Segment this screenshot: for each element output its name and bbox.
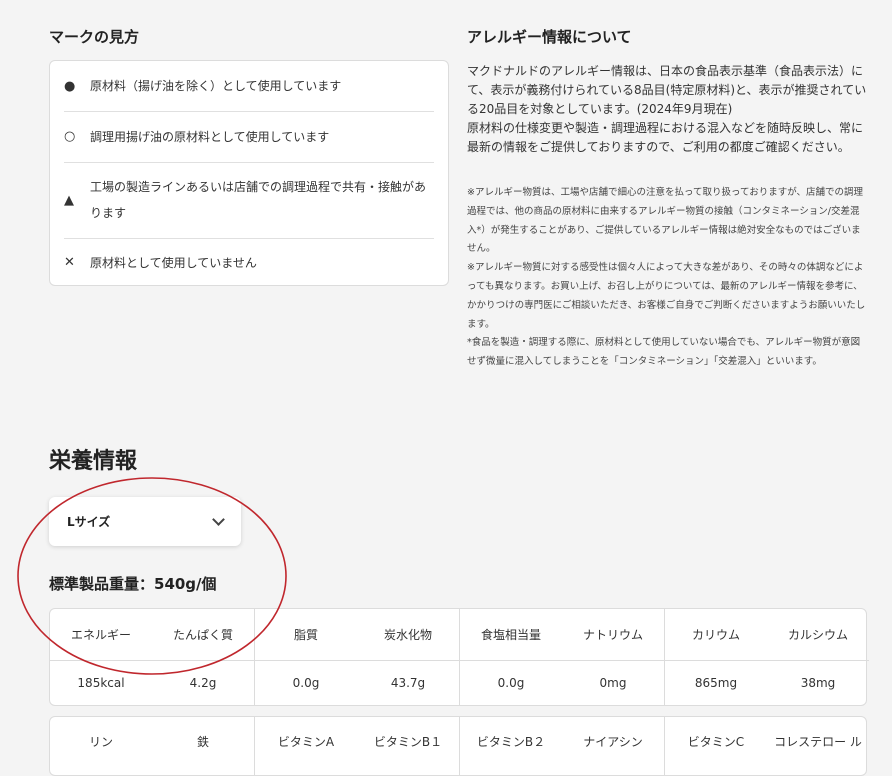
header-row: エネルギー たんぱく質: [50, 609, 254, 661]
header-cell: 炭水化物: [383, 627, 432, 642]
legend-row-cross: ✕ 原材料として使用していません: [64, 238, 434, 287]
nutrition-group: ビタミンA ビタミンB１: [255, 717, 460, 775]
value-row: 185kcal 4.2g: [50, 661, 254, 705]
header-cell: ビタミンC: [687, 735, 745, 749]
product-weight: 標準製品重量：540g/個: [49, 575, 217, 593]
legend-label: 調理用揚げ油の原材料として使用しています: [90, 129, 330, 144]
value-cell: 38mg: [800, 675, 836, 690]
allergy-note: *食品を製造・調理する際に、原材料として使用していない場合でも、アレルギー物質が…: [467, 337, 861, 368]
legend-row-filled-circle: ● 原材料（揚げ油を除く）として使用しています: [64, 61, 434, 112]
allergy-paragraph: マクドナルドのアレルギー情報は、日本の食品表示基準（食品表示法）にて、表示が義務…: [467, 64, 867, 116]
header-cell: 食塩相当量: [480, 627, 541, 642]
nutrition-group: 脂質 炭水化物 0.0g 43.7g: [255, 609, 460, 705]
nutrition-table: リン 鉄 ビタミンA ビタミンB１ ビタミンB２ ナイアシン ビタミンC コレス…: [49, 716, 867, 776]
header-cell: ナイアシン: [583, 735, 643, 749]
header-cell: コレステロー ル: [774, 735, 862, 749]
mark-legend: ● 原材料（揚げ油を除く）として使用しています ○ 調理用揚げ油の原材料として使…: [49, 60, 449, 286]
allergy-title: アレルギー情報について: [467, 28, 632, 46]
nutrition-group: ビタミンC コレステロー ル: [665, 717, 869, 775]
value-cell: 43.7g: [390, 675, 426, 690]
value-cell: 185kcal: [77, 675, 125, 690]
header-cell: リン: [88, 735, 113, 749]
header-cell: エネルギー: [70, 627, 131, 642]
header-row: リン 鉄: [50, 717, 254, 775]
header-cell: ナトリウム: [582, 627, 643, 642]
nutrition-group: 食塩相当量 ナトリウム 0.0g 0mg: [460, 609, 665, 705]
legend-row-open-circle: ○ 調理用揚げ油の原材料として使用しています: [64, 111, 434, 163]
value-cell: 0.0g: [292, 675, 320, 690]
value-cell: 865mg: [694, 675, 738, 690]
allergy-description: マクドナルドのアレルギー情報は、日本の食品表示基準（食品表示法）にて、表示が義務…: [467, 62, 867, 157]
nutrition-group: ビタミンB２ ナイアシン: [460, 717, 665, 775]
header-cell: カリウム: [691, 627, 740, 642]
marks-title: マークの見方: [49, 28, 140, 46]
size-select-value: Lサイズ: [67, 515, 111, 529]
value-row: 0.0g 43.7g: [255, 661, 459, 705]
value-cell: 0mg: [599, 675, 627, 690]
header-cell: ビタミンB１: [373, 735, 443, 749]
legend-label: 工場の製造ラインあるいは店舗での調理過程で共有・接触があります: [90, 180, 427, 220]
cross-icon: ✕: [64, 255, 75, 270]
nutrition-group: エネルギー たんぱく質 185kcal 4.2g: [50, 609, 255, 705]
nutrition-table: エネルギー たんぱく質 185kcal 4.2g 脂質 炭水化物 0.0g 43…: [49, 608, 869, 706]
legend-label: 原材料（揚げ油を除く）として使用しています: [90, 79, 342, 93]
value-row: 0.0g 0mg: [460, 661, 664, 705]
header-cell: 鉄: [196, 735, 209, 749]
header-cell: 脂質: [293, 627, 318, 642]
value-row: 865mg 38mg: [665, 661, 869, 705]
header-cell: ビタミンA: [277, 735, 335, 749]
allergy-note: ※アレルギー物質に対する感受性は個々人によって大きな差があり、その時々の体調など…: [467, 262, 866, 330]
header-row: 脂質 炭水化物: [255, 609, 459, 661]
allergy-note: ※アレルギー物質は、工場や店舗で細心の注意を払って取り扱っておりますが、店舗での…: [467, 187, 864, 255]
header-row: 食塩相当量 ナトリウム: [460, 609, 664, 661]
allergy-notes: ※アレルギー物質は、工場や店舗で細心の注意を払って取り扱っておりますが、店舗での…: [467, 184, 867, 372]
chevron-down-icon: [212, 513, 225, 526]
filled-circle-icon: ●: [64, 78, 76, 94]
nutrition-group: カリウム カルシウム 865mg 38mg: [665, 609, 869, 705]
header-cell: カルシウム: [787, 627, 848, 642]
legend-label: 原材料として使用していません: [90, 255, 257, 270]
header-row: ビタミンC コレステロー ル: [665, 717, 869, 775]
size-select[interactable]: Lサイズ: [49, 497, 241, 546]
allergy-paragraph: 原材料の仕様変更や製造・調理過程における混入などを随時反映し、常に最新の情報をご…: [467, 121, 864, 154]
value-cell: 4.2g: [189, 675, 217, 690]
header-row: ビタミンA ビタミンB１: [255, 717, 459, 775]
header-cell: たんぱく質: [172, 627, 233, 642]
open-circle-icon: ○: [64, 129, 76, 144]
nutrition-group: リン 鉄: [50, 717, 255, 775]
legend-row-triangle: ▲ 工場の製造ラインあるいは店舗での調理過程で共有・接触があります: [64, 162, 434, 239]
value-cell: 0.0g: [497, 675, 525, 690]
header-row: ビタミンB２ ナイアシン: [460, 717, 664, 775]
header-cell: ビタミンB２: [476, 735, 546, 749]
nutrition-title: 栄養情報: [49, 449, 138, 474]
triangle-icon: ▲: [64, 192, 74, 208]
header-row: カリウム カルシウム: [665, 609, 869, 661]
